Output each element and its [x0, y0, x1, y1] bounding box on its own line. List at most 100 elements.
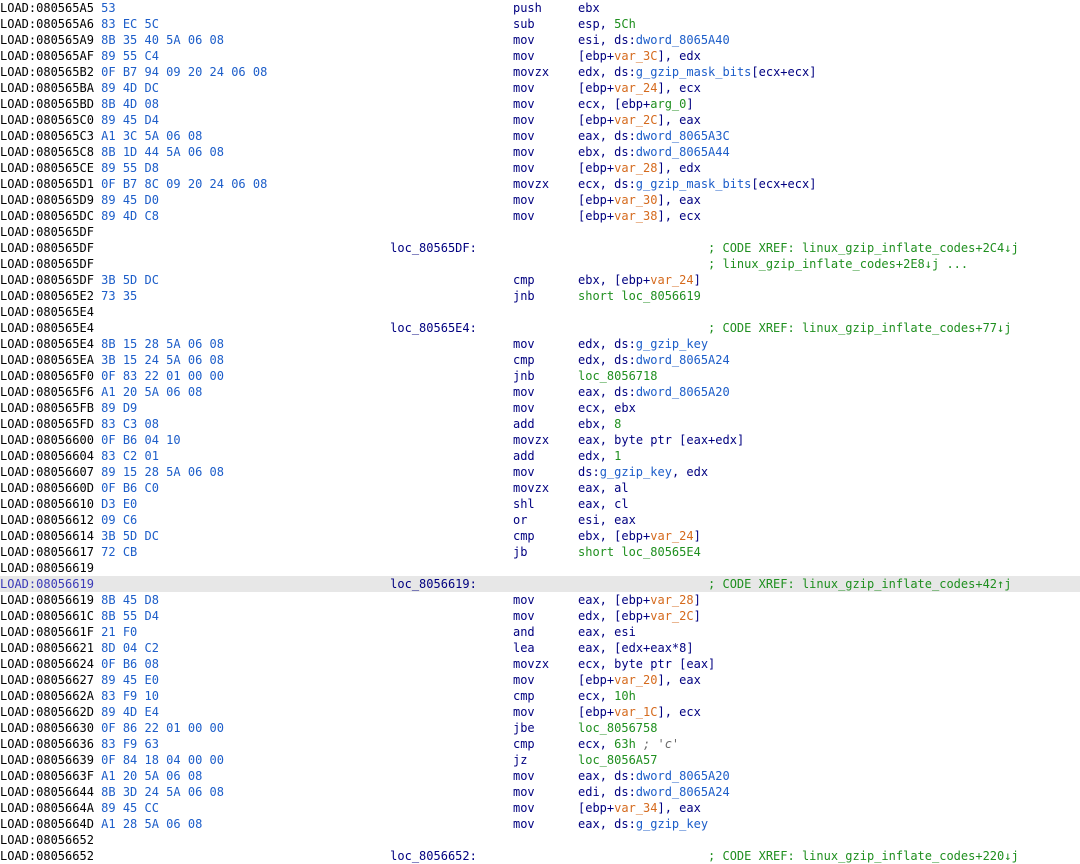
- disasm-line[interactable]: LOAD:080565E2 73 35 jnb short loc_805661…: [0, 288, 1080, 304]
- disasm-line[interactable]: LOAD:080565DF: [0, 224, 1080, 240]
- address[interactable]: LOAD:080565DC: [0, 209, 101, 223]
- address[interactable]: LOAD:0805662D: [0, 705, 101, 719]
- disasm-line[interactable]: LOAD:080565EA 3B 15 24 5A 06 08 cmp edx,…: [0, 352, 1080, 368]
- disassembly-view[interactable]: LOAD:080565A5 53 push ebxLOAD:080565A6 8…: [0, 0, 1080, 864]
- address[interactable]: LOAD:080565DF: [0, 257, 101, 271]
- disasm-line[interactable]: LOAD:080565DF ; linux_gzip_inflate_codes…: [0, 256, 1080, 272]
- address[interactable]: LOAD:080565D9: [0, 193, 101, 207]
- disasm-line[interactable]: LOAD:08056636 83 F9 63 cmp ecx, 63h ; 'c…: [0, 736, 1080, 752]
- address[interactable]: LOAD:080565AF: [0, 49, 101, 63]
- disasm-line[interactable]: LOAD:080565FD 83 C3 08 add ebx, 8: [0, 416, 1080, 432]
- disasm-line[interactable]: LOAD:080565F0 0F 83 22 01 00 00 jnb loc_…: [0, 368, 1080, 384]
- disasm-line[interactable]: LOAD:080565A6 83 EC 5C sub esp, 5Ch: [0, 16, 1080, 32]
- address[interactable]: LOAD:08056652: [0, 849, 101, 863]
- disasm-line[interactable]: LOAD:080565BD 8B 4D 08 mov ecx, [ebp+arg…: [0, 96, 1080, 112]
- address[interactable]: LOAD:08056619: [0, 561, 101, 575]
- xref-comment[interactable]: ; linux_gzip_inflate_codes+2E8↓j ...: [708, 257, 968, 271]
- disasm-line[interactable]: LOAD:08056624 0F B6 08 movzx ecx, byte p…: [0, 656, 1080, 672]
- address[interactable]: LOAD:080565DF: [0, 241, 101, 255]
- disasm-line[interactable]: LOAD:08056612 09 C6 or esi, eax: [0, 512, 1080, 528]
- address[interactable]: LOAD:08056604: [0, 449, 101, 463]
- address[interactable]: LOAD:08056652: [0, 833, 101, 847]
- xref-comment[interactable]: ; CODE XREF: linux_gzip_inflate_codes+77…: [708, 321, 1011, 335]
- disasm-line[interactable]: LOAD:08056600 0F B6 04 10 movzx eax, byt…: [0, 432, 1080, 448]
- address[interactable]: LOAD:08056627: [0, 673, 101, 687]
- disasm-line[interactable]: LOAD:080565E4 loc_80565E4: ; CODE XREF: …: [0, 320, 1080, 336]
- local-label[interactable]: loc_8056652:: [390, 849, 477, 863]
- local-label[interactable]: loc_80565DF:: [390, 241, 477, 255]
- disasm-line[interactable]: LOAD:080565C8 8B 1D 44 5A 06 08 mov ebx,…: [0, 144, 1080, 160]
- disasm-line[interactable]: LOAD:080565FB 89 D9 mov ecx, ebx: [0, 400, 1080, 416]
- disasm-line[interactable]: LOAD:080565B2 0F B7 94 09 20 24 06 08 mo…: [0, 64, 1080, 80]
- address[interactable]: LOAD:080565E4: [0, 321, 101, 335]
- disasm-line[interactable]: LOAD:080565A5 53 push ebx: [0, 0, 1080, 16]
- disasm-line[interactable]: LOAD:080565E4: [0, 304, 1080, 320]
- address[interactable]: LOAD:0805661F: [0, 625, 101, 639]
- address[interactable]: LOAD:080565B2: [0, 65, 101, 79]
- address[interactable]: LOAD:08056619: [0, 593, 101, 607]
- address[interactable]: LOAD:080565D1: [0, 177, 101, 191]
- disasm-line[interactable]: LOAD:0805660D 0F B6 C0 movzx eax, al: [0, 480, 1080, 496]
- disasm-line[interactable]: LOAD:080565E4 8B 15 28 5A 06 08 mov edx,…: [0, 336, 1080, 352]
- disasm-line[interactable]: LOAD:08056621 8D 04 C2 lea eax, [edx+eax…: [0, 640, 1080, 656]
- address[interactable]: LOAD:0805662A: [0, 689, 101, 703]
- disasm-line[interactable]: LOAD:08056619 loc_8056619: ; CODE XREF: …: [0, 576, 1080, 592]
- address[interactable]: LOAD:080565E2: [0, 289, 101, 303]
- address[interactable]: LOAD:080565E4: [0, 305, 101, 319]
- disasm-line[interactable]: LOAD:080565C3 A1 3C 5A 06 08 mov eax, ds…: [0, 128, 1080, 144]
- disasm-line[interactable]: LOAD:080565AF 89 55 C4 mov [ebp+var_3C],…: [0, 48, 1080, 64]
- disasm-line[interactable]: LOAD:0805663F A1 20 5A 06 08 mov eax, ds…: [0, 768, 1080, 784]
- disasm-line[interactable]: LOAD:08056619: [0, 560, 1080, 576]
- disasm-line[interactable]: LOAD:08056630 0F 86 22 01 00 00 jbe loc_…: [0, 720, 1080, 736]
- address[interactable]: LOAD:08056630: [0, 721, 101, 735]
- address[interactable]: LOAD:080565FB: [0, 401, 101, 415]
- address[interactable]: LOAD:0805663F: [0, 769, 101, 783]
- xref-comment[interactable]: ; CODE XREF: linux_gzip_inflate_codes+2C…: [708, 241, 1019, 255]
- local-label[interactable]: loc_80565E4:: [390, 321, 477, 335]
- xref-comment[interactable]: ; CODE XREF: linux_gzip_inflate_codes+22…: [708, 849, 1019, 863]
- address[interactable]: LOAD:08056644: [0, 785, 101, 799]
- address[interactable]: LOAD:080565C8: [0, 145, 101, 159]
- address[interactable]: LOAD:08056612: [0, 513, 101, 527]
- address[interactable]: LOAD:0805661C: [0, 609, 101, 623]
- address[interactable]: LOAD:08056600: [0, 433, 101, 447]
- disasm-line[interactable]: LOAD:0805661C 8B 55 D4 mov edx, [ebp+var…: [0, 608, 1080, 624]
- address[interactable]: LOAD:0805664A: [0, 801, 101, 815]
- address[interactable]: LOAD:08056610: [0, 497, 101, 511]
- disasm-line[interactable]: LOAD:08056644 8B 3D 24 5A 06 08 mov edi,…: [0, 784, 1080, 800]
- address[interactable]: LOAD:080565CE: [0, 161, 101, 175]
- disasm-line[interactable]: LOAD:08056652: [0, 832, 1080, 848]
- disasm-line[interactable]: LOAD:08056627 89 45 E0 mov [ebp+var_20],…: [0, 672, 1080, 688]
- address[interactable]: LOAD:080565A6: [0, 17, 101, 31]
- address[interactable]: LOAD:080565FD: [0, 417, 101, 431]
- address[interactable]: LOAD:080565A5: [0, 1, 101, 15]
- disasm-line[interactable]: LOAD:08056617 72 CB jb short loc_80565E4: [0, 544, 1080, 560]
- disasm-line[interactable]: LOAD:080565BA 89 4D DC mov [ebp+var_24],…: [0, 80, 1080, 96]
- address[interactable]: LOAD:080565F6: [0, 385, 101, 399]
- address[interactable]: LOAD:08056617: [0, 545, 101, 559]
- xref-comment[interactable]: ; CODE XREF: linux_gzip_inflate_codes+42…: [708, 577, 1011, 591]
- address[interactable]: LOAD:080565BA: [0, 81, 101, 95]
- disasm-line[interactable]: LOAD:08056619 8B 45 D8 mov eax, [ebp+var…: [0, 592, 1080, 608]
- address[interactable]: LOAD:08056607: [0, 465, 101, 479]
- address[interactable]: LOAD:080565C0: [0, 113, 101, 127]
- address[interactable]: LOAD:08056614: [0, 529, 101, 543]
- disasm-line[interactable]: LOAD:080565DF 3B 5D DC cmp ebx, [ebp+var…: [0, 272, 1080, 288]
- address[interactable]: LOAD:080565DF: [0, 273, 101, 287]
- disasm-line[interactable]: LOAD:080565C0 89 45 D4 mov [ebp+var_2C],…: [0, 112, 1080, 128]
- disasm-line[interactable]: LOAD:080565DC 89 4D C8 mov [ebp+var_38],…: [0, 208, 1080, 224]
- disasm-line[interactable]: LOAD:0805662A 83 F9 10 cmp ecx, 10h: [0, 688, 1080, 704]
- disasm-line[interactable]: LOAD:0805661F 21 F0 and eax, esi: [0, 624, 1080, 640]
- disasm-line[interactable]: LOAD:08056604 83 C2 01 add edx, 1: [0, 448, 1080, 464]
- disasm-line[interactable]: LOAD:080565D9 89 45 D0 mov [ebp+var_30],…: [0, 192, 1080, 208]
- address[interactable]: LOAD:080565C3: [0, 129, 101, 143]
- address[interactable]: LOAD:080565DF: [0, 225, 101, 239]
- address[interactable]: LOAD:08056619: [0, 577, 101, 591]
- disasm-line[interactable]: LOAD:080565DF loc_80565DF: ; CODE XREF: …: [0, 240, 1080, 256]
- address[interactable]: LOAD:0805664D: [0, 817, 101, 831]
- address[interactable]: LOAD:08056636: [0, 737, 101, 751]
- address[interactable]: LOAD:080565E4: [0, 337, 101, 351]
- disasm-line[interactable]: LOAD:08056607 89 15 28 5A 06 08 mov ds:g…: [0, 464, 1080, 480]
- address[interactable]: LOAD:08056639: [0, 753, 101, 767]
- disasm-line[interactable]: LOAD:08056610 D3 E0 shl eax, cl: [0, 496, 1080, 512]
